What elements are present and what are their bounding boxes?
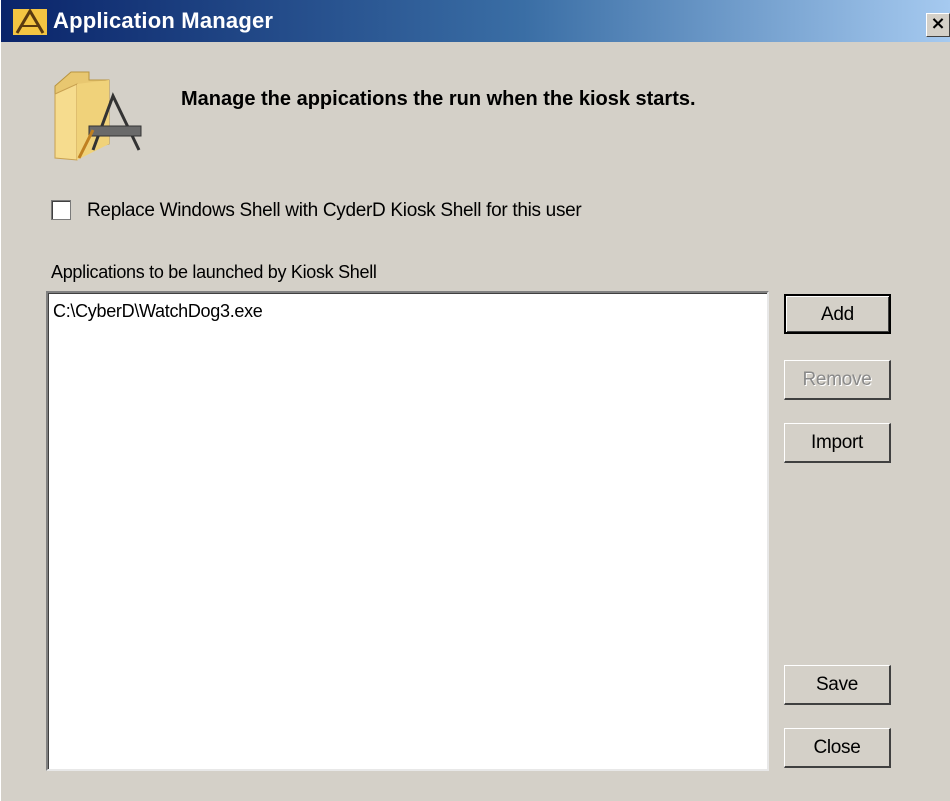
close-window-button[interactable]: × <box>926 13 950 37</box>
window-title: Application Manager <box>53 8 274 33</box>
application-manager-window: Application Manager × Manage the appicat… <box>0 0 950 801</box>
title-bar[interactable]: Application Manager × <box>1 0 950 42</box>
import-button[interactable]: Import <box>784 423 891 463</box>
replace-shell-label[interactable]: Replace Windows Shell with CyderD Kiosk … <box>87 200 582 222</box>
save-button[interactable]: Save <box>784 665 891 705</box>
folder-app-icon <box>54 71 142 161</box>
list-item[interactable]: C:\CyberD\WatchDog3.exe <box>53 301 263 322</box>
remove-button[interactable]: Remove <box>784 360 891 400</box>
replace-shell-checkbox[interactable] <box>51 200 71 220</box>
close-button[interactable]: Close <box>784 728 891 768</box>
close-icon: × <box>930 13 946 34</box>
applications-list-label: Applications to be launched by Kiosk She… <box>51 262 377 282</box>
applications-listbox[interactable]: C:\CyberD\WatchDog3.exe <box>46 291 769 771</box>
add-button[interactable]: Add <box>784 294 891 334</box>
header-description: Manage the appications the run when the … <box>181 88 696 110</box>
app-logo-icon <box>13 9 47 35</box>
